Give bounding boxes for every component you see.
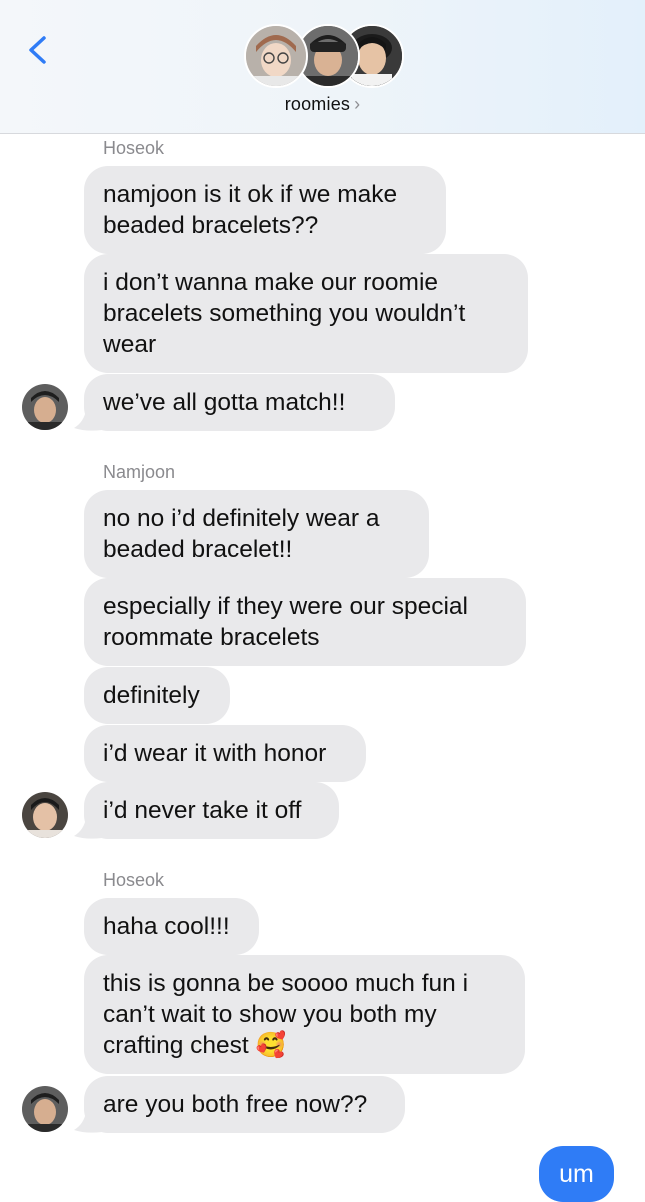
bubble-tail (74, 1112, 102, 1133)
message-bubble[interactable]: definitely (84, 667, 230, 724)
message-bubble[interactable]: i don’t wanna make our roomie bracelets … (84, 254, 528, 373)
sender-name: Namjoon (103, 462, 176, 482)
avatar (22, 1086, 68, 1132)
group-avatars[interactable] (244, 24, 404, 90)
avatar (244, 24, 308, 88)
group-name-label: roomies (284, 94, 351, 114)
chevron-right-icon: › (354, 94, 361, 114)
message-bubble[interactable]: i’d wear it with honor (84, 725, 366, 782)
message-bubble[interactable]: we’ve all gotta match!! (84, 374, 395, 431)
chevron-left-icon[interactable] (20, 30, 60, 70)
bubble-tail (74, 818, 102, 839)
message-bubble[interactable]: this is gonna be soooo much fun i can’t … (84, 955, 525, 1074)
message-bubble[interactable]: namjoon is it ok if we make beaded brace… (84, 166, 446, 254)
avatar (22, 792, 68, 838)
message-bubble[interactable]: haha cool!!! (84, 898, 259, 955)
message-bubble[interactable]: i’d never take it off (84, 782, 339, 839)
conversation-header: roomies › (0, 0, 645, 134)
message-bubble[interactable]: are you both free now?? (84, 1076, 405, 1133)
group-name[interactable]: roomies › (0, 94, 645, 115)
outgoing-message-bubble[interactable]: um (539, 1146, 614, 1202)
bubble-tail (74, 410, 102, 431)
message-bubble[interactable]: no no i’d definitely wear a beaded brace… (84, 490, 429, 578)
sender-name: Hoseok (103, 138, 165, 158)
avatar (22, 384, 68, 430)
message-bubble[interactable]: especially if they were our special room… (84, 578, 526, 666)
sender-name: Hoseok (103, 870, 165, 890)
